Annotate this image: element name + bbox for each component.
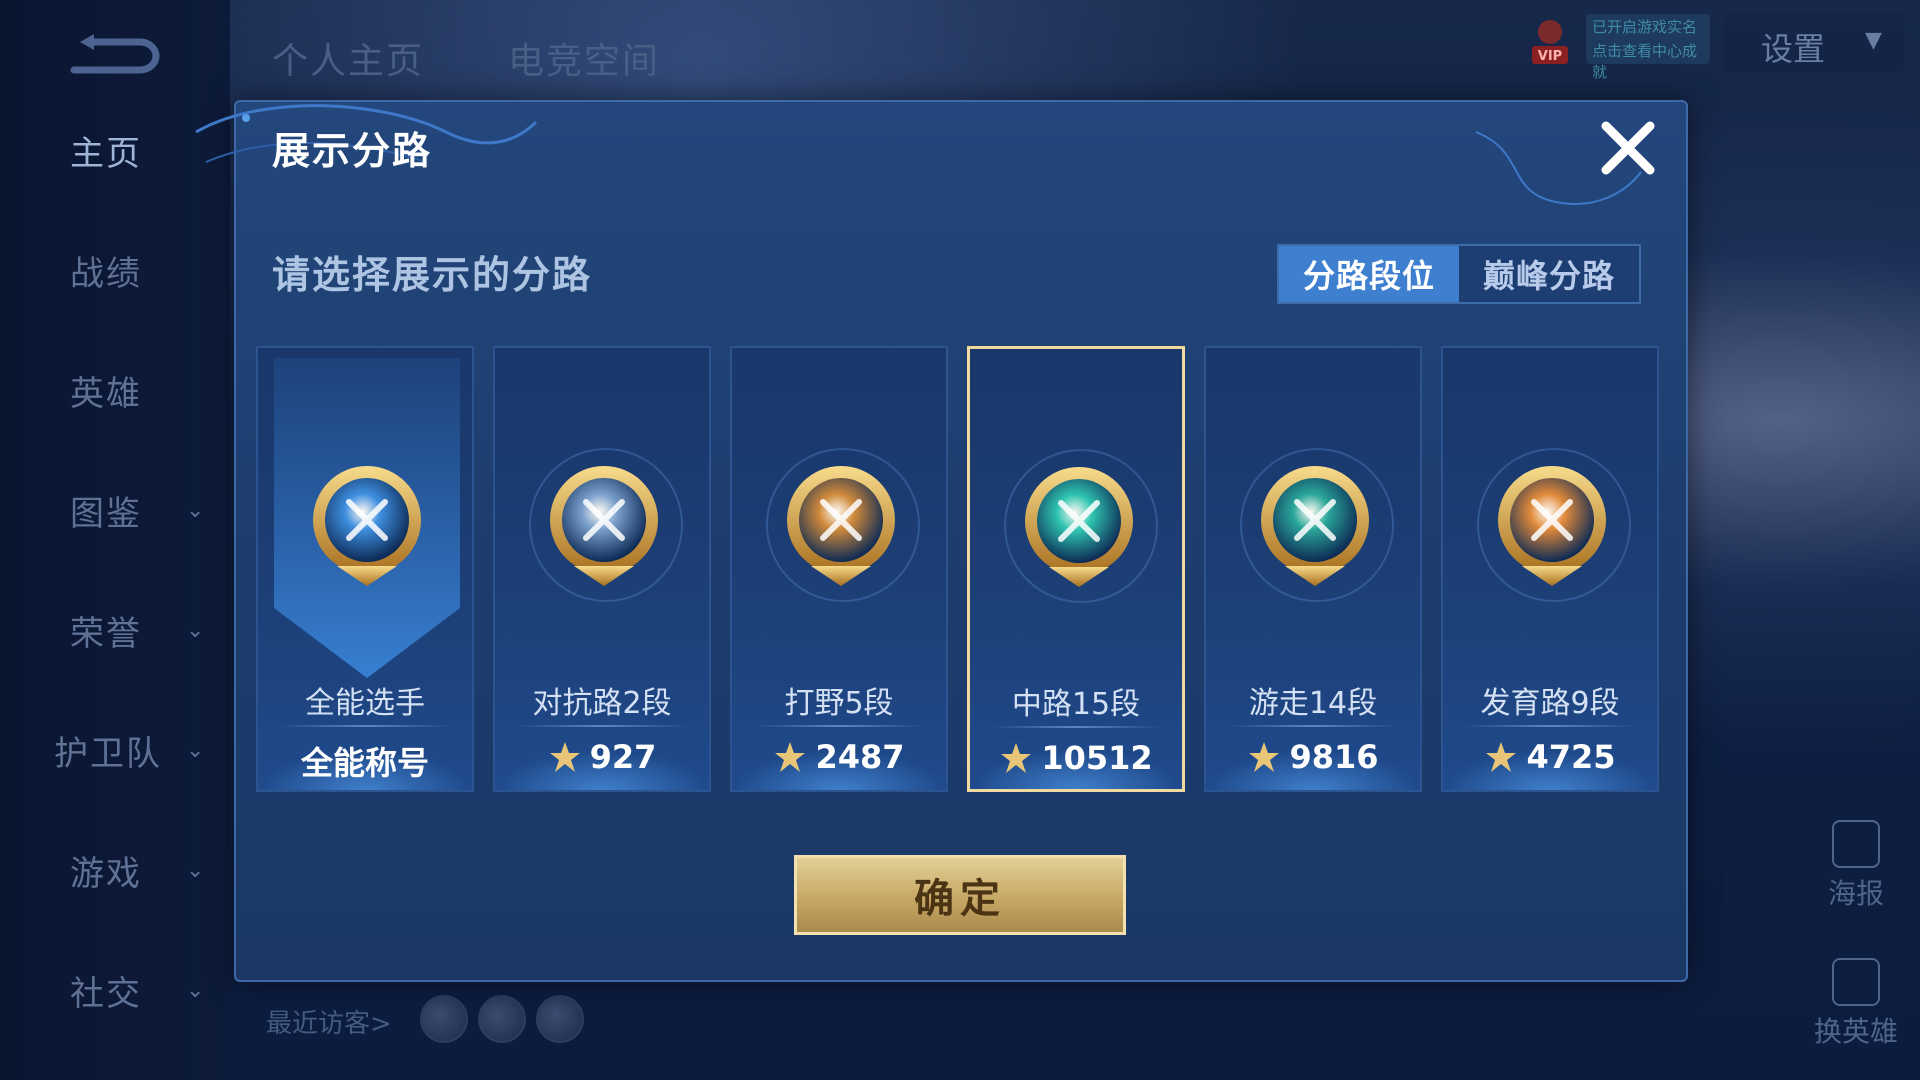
lane-score-row: 全能称号 bbox=[258, 738, 472, 784]
poster-icon bbox=[1832, 820, 1880, 868]
power-star-icon bbox=[1001, 743, 1032, 773]
visitor-avatar[interactable] bbox=[478, 995, 526, 1043]
settings-label: 设置 bbox=[1761, 30, 1826, 68]
chevron-down-icon: ▼ bbox=[1865, 28, 1882, 53]
recent-visitors-link[interactable]: 最近访客> bbox=[266, 1003, 392, 1040]
all-round-emblem-icon bbox=[313, 466, 421, 586]
chevron-down-icon: ⌄ bbox=[186, 737, 205, 763]
switch-hero-button[interactable]: 换英雄 bbox=[1806, 958, 1906, 1050]
vip-note[interactable]: 已开启游戏实名 点击查看中心成就 bbox=[1586, 14, 1710, 81]
lane-score: 全能称号 bbox=[300, 744, 429, 782]
jungle-emblem-icon bbox=[787, 466, 895, 586]
select-lane-prompt: 请选择展示的分路 bbox=[272, 253, 593, 297]
lane-name: 发育路9段 bbox=[1480, 686, 1620, 721]
lane-name: 游走14段 bbox=[1248, 686, 1378, 721]
poster-button[interactable]: 海报 bbox=[1806, 820, 1906, 912]
lane-score: 9816 bbox=[1289, 738, 1379, 776]
lane-card[interactable]: 发育路9段 4725 bbox=[1441, 346, 1659, 792]
visitor-avatar[interactable] bbox=[420, 995, 468, 1043]
farm-lane-emblem-icon bbox=[1498, 466, 1606, 586]
sidebar-item-label: 主页 bbox=[70, 133, 142, 174]
lane-name: 全能选手 bbox=[305, 686, 425, 721]
lane-score-row: 9816 bbox=[1206, 738, 1420, 776]
lane-score: 10512 bbox=[1041, 739, 1153, 777]
lane-score-row: 2487 bbox=[732, 738, 946, 776]
settings-button[interactable]: 设置 ▼ bbox=[1725, 14, 1905, 72]
tab-personal-home[interactable]: 个人主页 bbox=[272, 32, 424, 84]
sidebar-item[interactable]: 护卫队 ⌄ bbox=[0, 720, 230, 780]
switch-hero-icon bbox=[1832, 958, 1880, 1006]
confirm-label: 确定 bbox=[914, 876, 1006, 922]
divider bbox=[1465, 725, 1635, 727]
sidebar-item-label: 战绩 bbox=[70, 253, 142, 294]
sidebar-item[interactable]: 战绩 bbox=[0, 240, 230, 300]
lane-score-row: 927 bbox=[495, 738, 709, 776]
power-star-icon bbox=[1249, 742, 1280, 772]
dialog-title: 展示分路 bbox=[272, 129, 433, 173]
lane-score: 4725 bbox=[1526, 738, 1616, 776]
vip-badge-icon[interactable]: VIP bbox=[1528, 16, 1572, 68]
sidebar-item[interactable]: 社交 ⌄ bbox=[0, 960, 230, 1020]
close-icon[interactable] bbox=[1596, 116, 1660, 180]
divider bbox=[992, 726, 1160, 728]
sidebar-item-label: 社交 bbox=[70, 973, 142, 1014]
lane-score-row: 4725 bbox=[1443, 738, 1657, 776]
sidebar-item-label: 图鉴 bbox=[70, 493, 142, 534]
mid-lane-emblem-icon bbox=[1025, 467, 1133, 587]
lane-name: 中路15段 bbox=[1011, 687, 1141, 722]
tab-lane-rank[interactable]: 分路段位 bbox=[1279, 246, 1459, 302]
sidebar-item-label: 荣誉 bbox=[70, 613, 142, 654]
divider bbox=[1228, 725, 1398, 727]
chevron-down-icon: ⌄ bbox=[186, 617, 205, 643]
power-star-icon bbox=[549, 742, 580, 772]
sidebar-item[interactable]: 游戏 ⌄ bbox=[0, 840, 230, 900]
lane-card[interactable]: 全能选手 全能称号 bbox=[256, 346, 474, 792]
divider bbox=[517, 725, 687, 727]
power-star-icon bbox=[1486, 742, 1517, 772]
tab-esports-space[interactable]: 电竞空间 bbox=[508, 32, 660, 84]
sidebar-item[interactable]: 英雄 bbox=[0, 360, 230, 420]
sidebar-item-label: 护卫队 bbox=[54, 733, 162, 774]
sidebar-item-label: 游戏 bbox=[70, 853, 142, 894]
divider bbox=[754, 725, 924, 727]
lane-score: 2487 bbox=[815, 738, 905, 776]
chevron-down-icon: ⌄ bbox=[186, 497, 205, 523]
lane-name: 打野5段 bbox=[784, 686, 894, 721]
poster-label: 海报 bbox=[1827, 877, 1884, 910]
clash-lane-emblem-icon bbox=[550, 466, 658, 586]
sidebar-item-label: 英雄 bbox=[70, 373, 142, 414]
chevron-down-icon: ⌄ bbox=[186, 977, 205, 1003]
sidebar-item[interactable]: 图鉴 ⌄ bbox=[0, 480, 230, 540]
tab-peak-lane[interactable]: 巅峰分路 bbox=[1459, 246, 1639, 302]
lane-card[interactable]: 对抗路2段 927 bbox=[493, 346, 711, 792]
lane-name: 对抗路2段 bbox=[532, 686, 672, 721]
lane-mode-tabs: 分路段位 巅峰分路 bbox=[1277, 244, 1641, 304]
chevron-down-icon: ⌄ bbox=[186, 857, 205, 883]
svg-text:VIP: VIP bbox=[1538, 49, 1562, 64]
vip-note-line2: 点击查看中心成就 bbox=[1592, 42, 1698, 81]
divider bbox=[280, 725, 450, 727]
visitor-avatar[interactable] bbox=[536, 995, 584, 1043]
lane-score: 927 bbox=[589, 738, 657, 776]
lane-card[interactable]: 游走14段 9816 bbox=[1204, 346, 1422, 792]
lane-card[interactable]: 中路15段 10512 bbox=[967, 346, 1185, 792]
power-star-icon bbox=[775, 742, 806, 772]
back-icon[interactable] bbox=[60, 34, 160, 80]
roam-emblem-icon bbox=[1261, 466, 1369, 586]
sidebar-item[interactable]: 荣誉 ⌄ bbox=[0, 600, 230, 660]
lane-display-dialog: 展示分路 请选择展示的分路 分路段位 巅峰分路 全能选手 全能称号 对抗路2段 927… bbox=[195, 100, 1688, 982]
lane-card[interactable]: 打野5段 2487 bbox=[730, 346, 948, 792]
switch-hero-label: 换英雄 bbox=[1813, 1015, 1898, 1048]
vip-note-line1: 已开启游戏实名 bbox=[1592, 18, 1698, 36]
confirm-button[interactable]: 确定 bbox=[794, 855, 1126, 935]
lane-score-row: 10512 bbox=[970, 739, 1182, 777]
